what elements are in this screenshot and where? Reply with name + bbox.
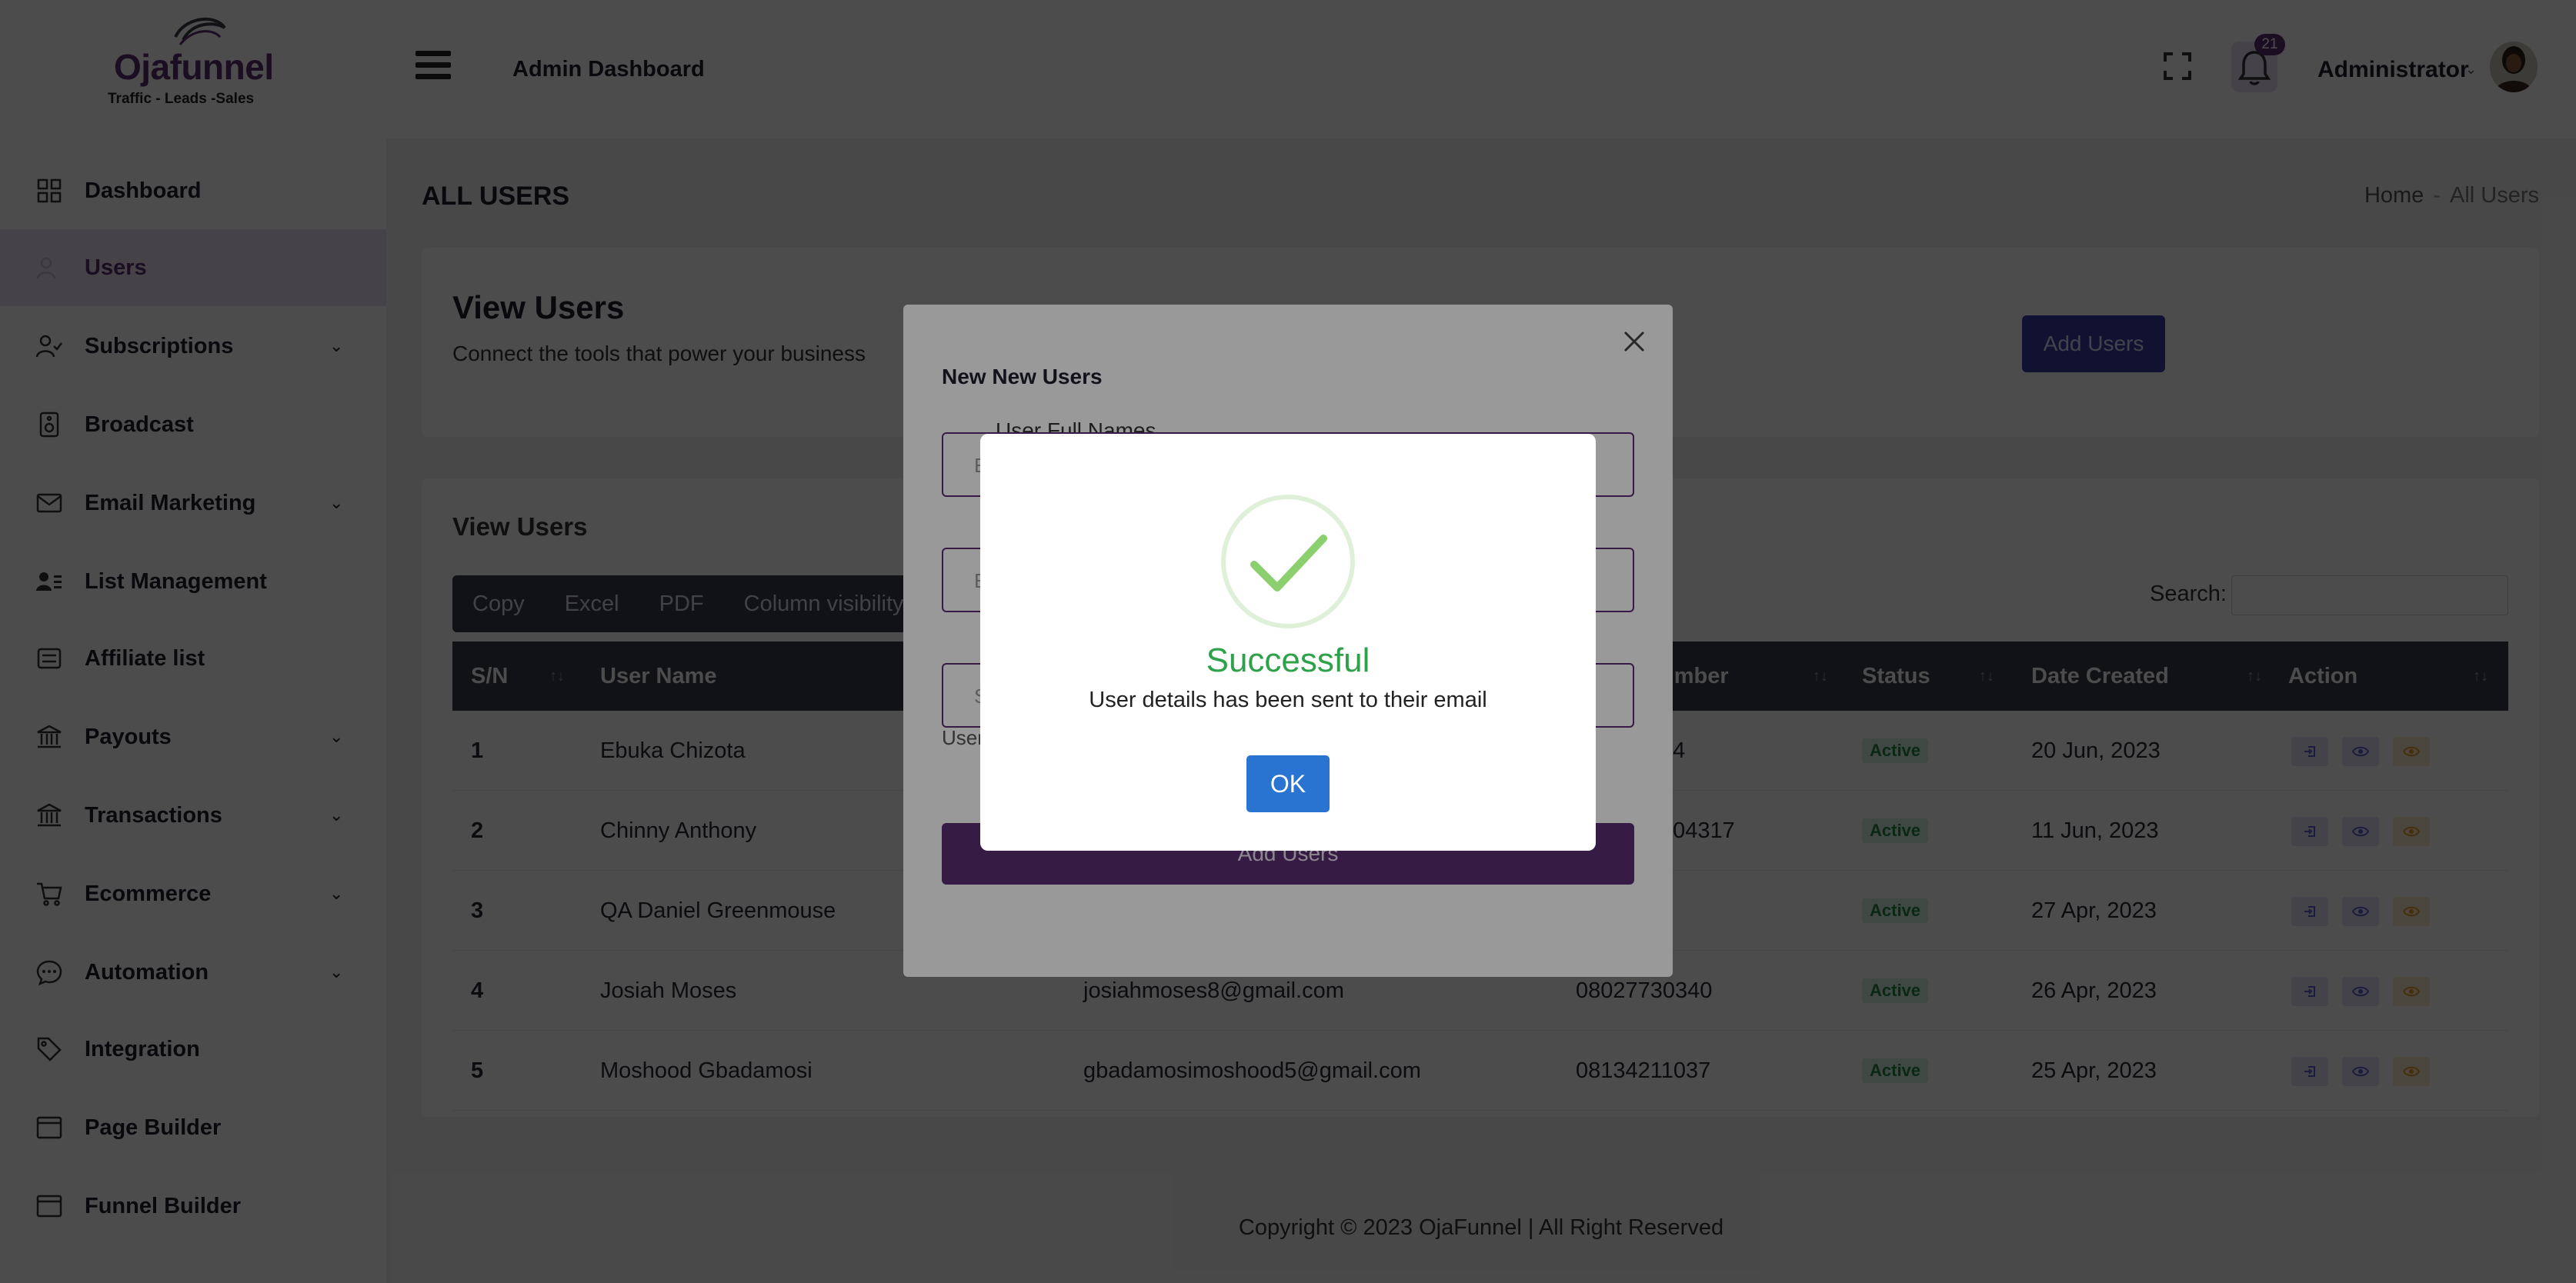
success-alert: Successful User details has been sent to… bbox=[980, 434, 1596, 851]
alert-title: Successful bbox=[980, 642, 1596, 680]
ok-button[interactable]: OK bbox=[1246, 755, 1330, 812]
alert-message: User details has been sent to their emai… bbox=[980, 688, 1596, 713]
success-check-icon bbox=[1220, 494, 1356, 629]
